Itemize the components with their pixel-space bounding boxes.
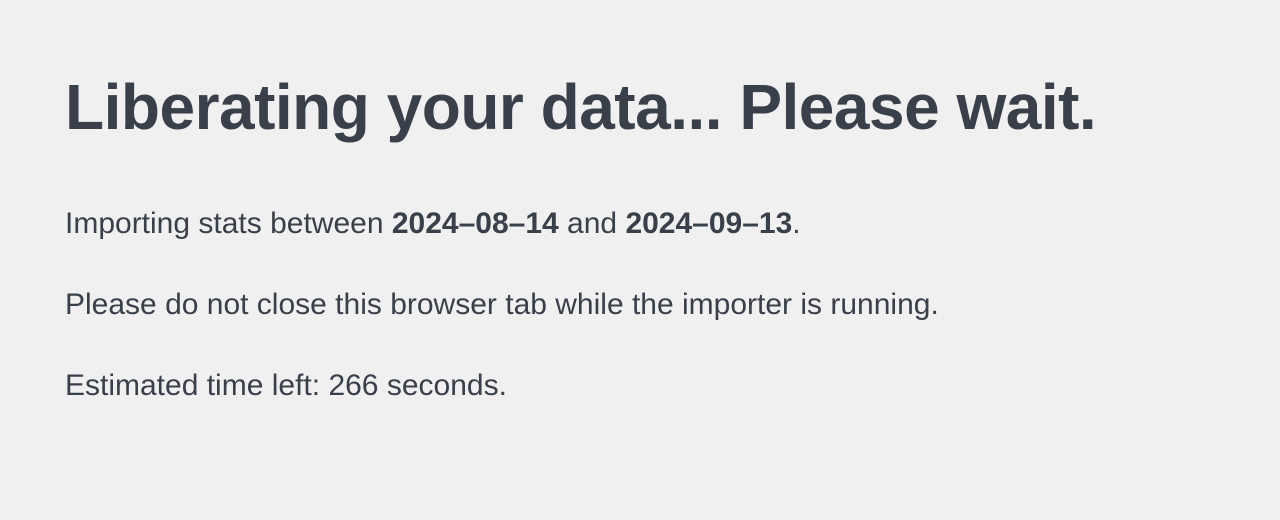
import-range-text: Importing stats between 2024–08–14 and 2… [65,204,1215,243]
eta-text: Estimated time left: 266 seconds. [65,366,1215,405]
import-suffix: . [792,207,800,240]
warning-text: Please do not close this browser tab whi… [65,285,1215,324]
eta-seconds: 266 [328,369,378,402]
import-end-date: 2024–09–13 [625,207,792,240]
eta-prefix: Estimated time left: [65,369,328,402]
import-prefix: Importing stats between [65,207,392,240]
page-heading: Liberating your data... Please wait. [65,70,1215,144]
import-middle: and [559,207,626,240]
import-start-date: 2024–08–14 [392,207,559,240]
eta-suffix: seconds. [379,369,507,402]
